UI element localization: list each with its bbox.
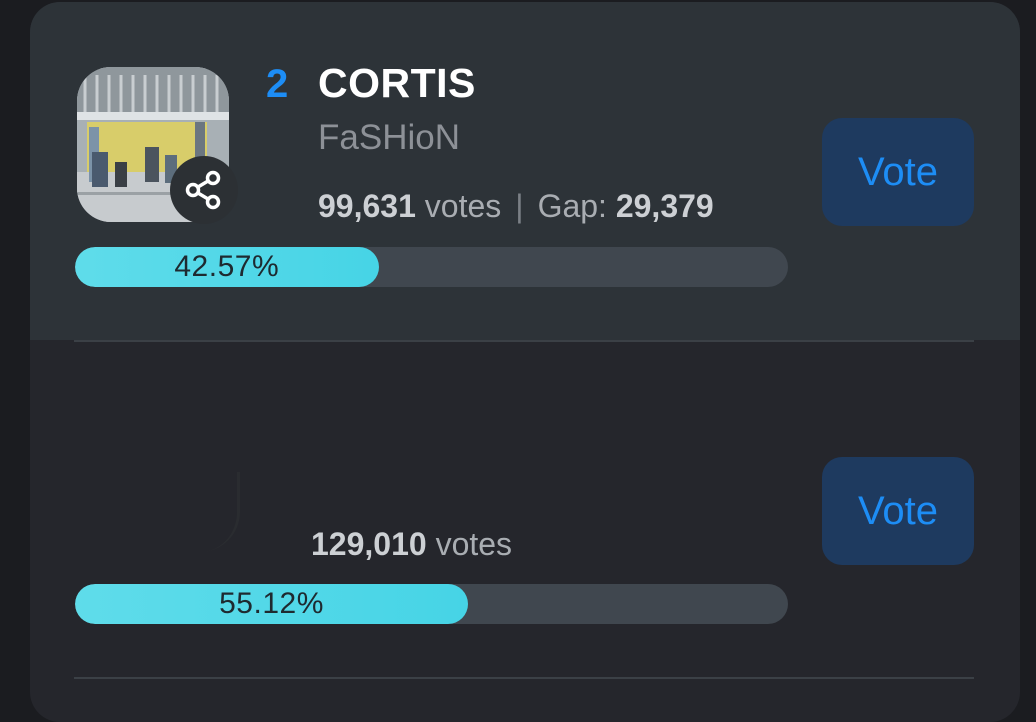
vote-progress-bar: 42.57% [75, 247, 788, 287]
vote-stats: 129,010 votes [311, 526, 512, 563]
vote-button[interactable]: Vote [822, 457, 974, 565]
vote-progress-bar: 55.12% [75, 584, 788, 624]
voting-panel: 2 CORTIS FaSHioN 99,631 votes | Gap: 29,37… [30, 2, 1020, 722]
vote-button[interactable]: Vote [822, 118, 974, 226]
share-icon [185, 170, 221, 210]
votes-label: votes [435, 526, 513, 562]
gap-label: Gap: [537, 188, 607, 224]
artist-thumbnail-placeholder [200, 472, 240, 552]
entry-divider [74, 340, 974, 342]
stats-separator: | [515, 188, 524, 224]
share-button[interactable] [170, 156, 238, 224]
ranking-entry: 2 CORTIS FaSHioN 99,631 votes | Gap: 29,37… [30, 2, 1020, 340]
progress-percent: 42.57% [174, 250, 280, 283]
vote-count: 99,631 [318, 188, 416, 224]
song-title: FaSHioN [318, 118, 460, 157]
vote-count: 129,010 [311, 526, 427, 562]
entry-divider [74, 677, 974, 679]
artist-name: CORTIS [318, 60, 476, 106]
gap-value: 29,379 [615, 188, 714, 224]
votes-label: votes [424, 188, 502, 224]
vote-stats: 99,631 votes | Gap: 29,379 [318, 188, 714, 225]
progress-percent: 55.12% [219, 587, 324, 620]
rank-number: 2 [266, 62, 289, 106]
